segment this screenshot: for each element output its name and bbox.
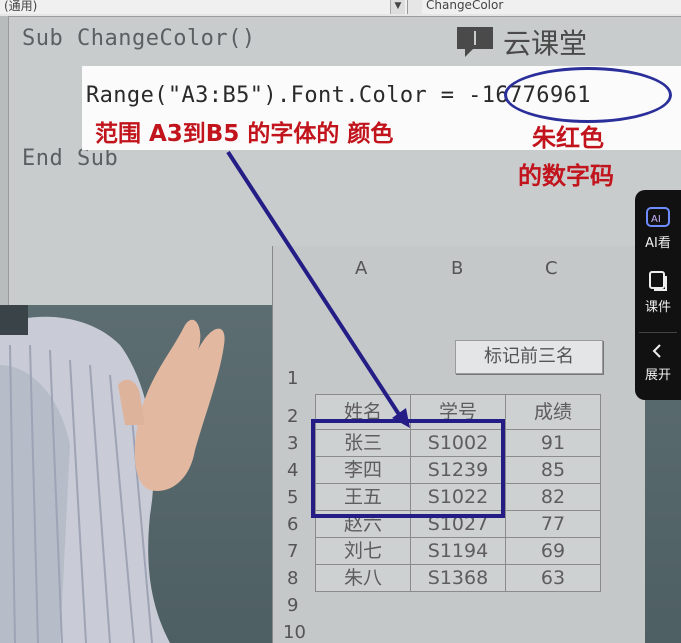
pointer-arrow <box>226 150 410 428</box>
chevron-left-icon <box>652 344 661 358</box>
side-item-expand-label: 展开 <box>644 368 671 383</box>
side-item-ai[interactable]: AI AI看 <box>635 206 681 251</box>
ai-video-icon: AI <box>646 207 670 227</box>
side-item-ai-label: AI看 <box>645 236 671 251</box>
side-item-courseware[interactable]: 课件 <box>635 270 681 315</box>
courseware-icon <box>649 271 667 291</box>
side-divider <box>639 332 677 333</box>
side-item-courseware-label: 课件 <box>644 300 671 315</box>
svg-text:AI: AI <box>651 214 661 225</box>
side-toolbar: AI AI看 课件 展开 <box>635 190 681 400</box>
side-item-expand[interactable]: 展开 <box>635 342 681 383</box>
